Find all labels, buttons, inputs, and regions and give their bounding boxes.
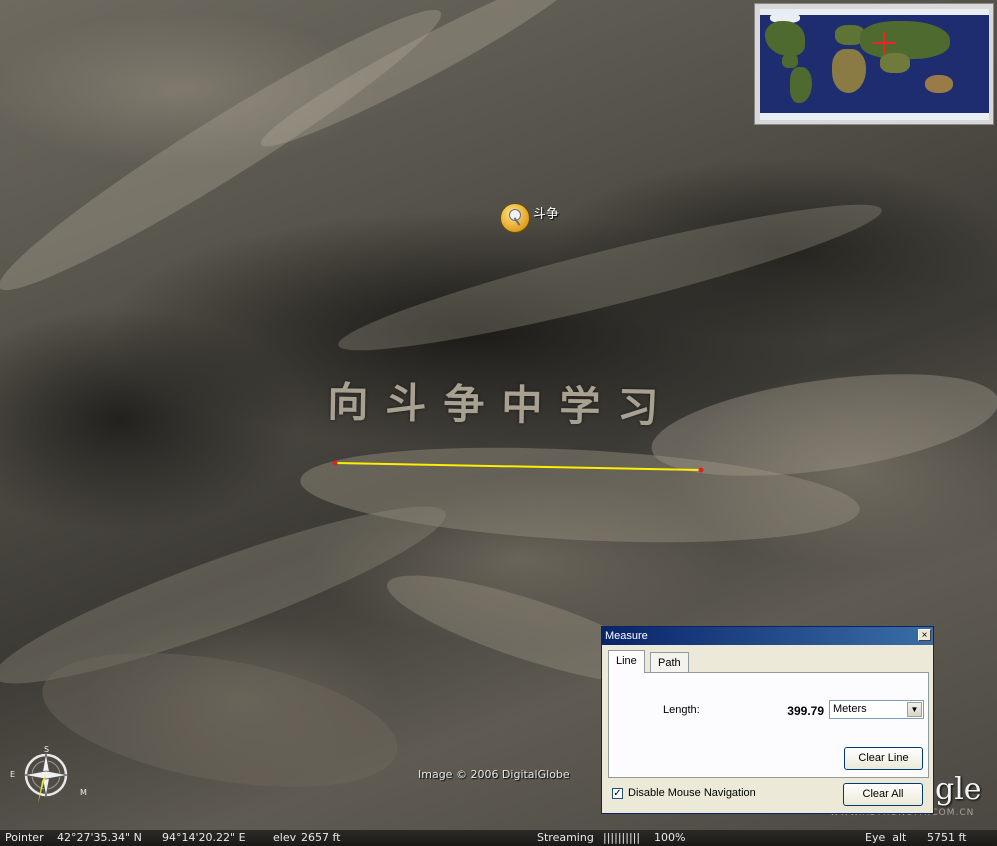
elevation-value: 2657 ft	[301, 831, 341, 844]
dialog-title: Measure	[605, 630, 648, 642]
tab-path[interactable]: Path	[650, 652, 689, 672]
units-dropdown[interactable]: Meters ▼	[829, 700, 924, 719]
compass-icon[interactable]: S M E	[8, 745, 88, 820]
measure-dialog[interactable]: Measure × Line Path Length: 399.79 Meter…	[601, 626, 934, 814]
pointer-latitude: 42°27'35.34" N	[57, 831, 142, 844]
streaming-label: Streaming	[537, 831, 594, 844]
status-bar: Pointer 42°27'35.34" N 94°14'20.22" E el…	[0, 830, 997, 846]
measure-start-point[interactable]	[332, 460, 338, 466]
svg-text:E: E	[10, 770, 15, 779]
svg-text:M: M	[80, 788, 87, 797]
length-value: 399.79	[787, 704, 824, 718]
streaming-percent: 100%	[654, 831, 686, 844]
dialog-title-bar[interactable]: Measure	[602, 627, 933, 645]
pointer-label: Pointer	[5, 831, 44, 844]
measure-end-point[interactable]	[698, 467, 704, 473]
length-label: Length:	[663, 704, 700, 716]
units-selected-value: Meters	[833, 703, 867, 715]
tab-line[interactable]: Line	[608, 650, 645, 673]
overview-world-map[interactable]	[760, 9, 989, 120]
clear-all-button[interactable]: Clear All	[843, 783, 923, 806]
line-tab-panel: Length: 399.79 Meters ▼ Clear Line	[608, 672, 929, 778]
measure-line	[334, 462, 702, 471]
google-logo: gle	[935, 772, 982, 807]
eye-altitude-label: Eye alt	[865, 831, 907, 844]
svg-text:S: S	[44, 745, 49, 754]
imagery-credit: Image © 2006 DigitalGlobe	[418, 768, 570, 781]
clear-line-button[interactable]: Clear Line	[844, 747, 923, 770]
disable-mouse-navigation-label[interactable]: Disable Mouse Navigation	[628, 787, 756, 799]
eye-altitude-value: 5751 ft	[927, 831, 967, 844]
dropdown-arrow-icon[interactable]: ▼	[907, 702, 922, 717]
elevation-label: elev	[273, 831, 297, 844]
overview-crosshair-icon	[873, 32, 895, 54]
streaming-progress-bars: ||||||||||	[603, 831, 641, 844]
pointer-longitude: 94°14'20.22" E	[162, 831, 246, 844]
checkmark-icon[interactable]: ✓	[612, 788, 623, 799]
overview-map-panel[interactable]	[754, 3, 994, 125]
close-icon[interactable]: ×	[918, 629, 931, 641]
